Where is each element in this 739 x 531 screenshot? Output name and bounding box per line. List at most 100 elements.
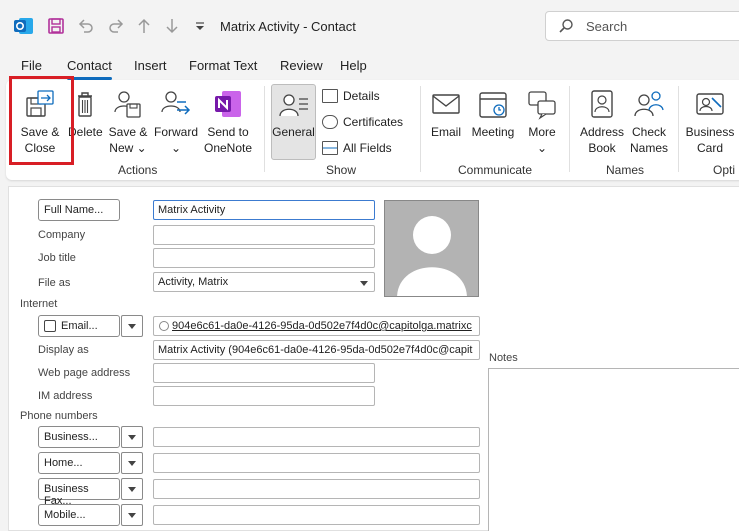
phone-type-business-fax[interactable]: Business Fax...: [38, 478, 120, 507]
address-book-button[interactable]: Address Book: [578, 86, 626, 156]
address-book-label-2: Book: [588, 141, 616, 155]
forward-dropdown: ⌄: [170, 141, 182, 155]
meeting-button[interactable]: Meeting: [469, 86, 517, 140]
company-field[interactable]: [153, 225, 375, 245]
tab-help[interactable]: Help: [340, 58, 367, 73]
full-name-field[interactable]: Matrix Activity: [153, 200, 375, 220]
grid-icon: [322, 141, 338, 155]
phone-type-dropdown[interactable]: [121, 478, 143, 500]
certificates-button[interactable]: Certificates: [322, 115, 403, 129]
business-card-label-2: Card: [696, 141, 723, 155]
tab-file[interactable]: File: [21, 58, 42, 73]
save-new-icon: [112, 88, 144, 120]
phone-field-business[interactable]: [153, 427, 480, 447]
details-label: Details: [343, 89, 380, 103]
details-button[interactable]: Details: [322, 89, 380, 103]
contact-photo[interactable]: [384, 200, 479, 297]
ribbon-separator: [678, 86, 679, 172]
check-names-button[interactable]: Check Names: [626, 86, 672, 156]
send-onenote-label-1: Send to: [207, 125, 249, 139]
calendar-icon: [477, 88, 509, 120]
outlook-logo-icon: [12, 14, 36, 38]
phone-type-mobile[interactable]: Mobile...: [38, 504, 120, 526]
general-label: General: [272, 125, 315, 139]
business-card-label-1: Business: [685, 125, 735, 139]
more-dropdown: ⌄: [536, 141, 548, 155]
phone-type-dropdown[interactable]: [121, 504, 143, 526]
certificate-icon: [322, 115, 338, 129]
phone-field-business-fax[interactable]: [153, 479, 480, 499]
phone-type-dropdown[interactable]: [121, 452, 143, 474]
business-card-button[interactable]: Business Card: [685, 86, 735, 156]
address-book-label-1: Address: [579, 125, 625, 139]
email-type-label: Email...: [61, 320, 98, 332]
ribbon-separator: [420, 86, 421, 172]
tab-insert[interactable]: Insert: [134, 58, 167, 73]
display-as-field[interactable]: Matrix Activity (904e6c61-da0e-4126-95da…: [153, 340, 480, 360]
send-to-onenote-button[interactable]: Send to OneNote: [202, 86, 254, 156]
send-onenote-label-2: OneNote: [203, 141, 253, 155]
ribbon: Save & Close Delete Save & New ⌄ Forward…: [6, 80, 739, 180]
window-title: Matrix Activity - Contact: [220, 19, 356, 34]
group-names-label: Names: [606, 163, 645, 177]
business-card-icon: [694, 88, 726, 120]
phone-type-home[interactable]: Home...: [38, 452, 120, 474]
phone-type-dropdown[interactable]: [121, 426, 143, 448]
web-page-field[interactable]: [153, 363, 375, 383]
presence-icon: [159, 321, 169, 331]
contact-card-icon: [278, 88, 310, 120]
redo-icon[interactable]: [104, 14, 128, 38]
address-book-icon: [586, 88, 618, 120]
contact-card-small-icon: [44, 320, 56, 332]
email-value: 904e6c61-da0e-4126-95da-0d502e7f4d0c@cap…: [172, 320, 472, 332]
im-address-label: IM address: [38, 390, 93, 402]
email-type-dropdown[interactable]: [121, 315, 143, 337]
group-actions-label: Actions: [118, 163, 158, 177]
more-label: More: [528, 125, 556, 139]
file-as-select[interactable]: Activity, Matrix: [153, 272, 375, 292]
title-bar: Matrix Activity - Contact Search: [0, 0, 739, 52]
save-new-button[interactable]: Save & New ⌄: [106, 86, 150, 156]
phone-field-home[interactable]: [153, 453, 480, 473]
menu-bar: File Contact Insert Format Text Review H…: [0, 52, 739, 80]
meeting-label: Meeting: [471, 125, 515, 139]
check-names-label-2: Names: [629, 141, 668, 155]
undo-icon[interactable]: [74, 14, 98, 38]
customize-qat-icon[interactable]: [190, 14, 210, 38]
job-title-field[interactable]: [153, 248, 375, 268]
search-box[interactable]: Search: [545, 11, 739, 41]
tab-review[interactable]: Review: [280, 58, 323, 73]
general-button[interactable]: General: [271, 86, 316, 140]
chevron-down-icon[interactable]: [360, 281, 368, 286]
full-name-button[interactable]: Full Name...: [38, 199, 120, 221]
tab-contact[interactable]: Contact: [67, 58, 112, 80]
notes-area[interactable]: [488, 368, 739, 531]
save-icon[interactable]: [44, 14, 68, 38]
more-button[interactable]: More ⌄: [522, 86, 562, 156]
forward-label: Forward: [153, 125, 198, 139]
group-communicate-label: Communicate: [458, 163, 533, 177]
job-title-label: Job title: [38, 252, 76, 264]
arrow-up-icon[interactable]: [132, 14, 156, 38]
email-field[interactable]: 904e6c61-da0e-4126-95da-0d502e7f4d0c@cap…: [153, 316, 480, 336]
save-new-label-2: New ⌄: [109, 141, 147, 155]
ribbon-separator: [264, 86, 265, 172]
onenote-icon: [212, 88, 244, 120]
im-address-field[interactable]: [153, 386, 375, 406]
display-as-label: Display as: [38, 344, 89, 356]
save-close-highlight: [9, 76, 74, 165]
all-fields-button[interactable]: All Fields: [322, 141, 392, 155]
phone-field-mobile[interactable]: [153, 505, 480, 525]
arrow-down-icon[interactable]: [160, 14, 184, 38]
tab-format-text[interactable]: Format Text: [189, 58, 257, 73]
search-placeholder: Search: [586, 18, 628, 34]
email-type-button[interactable]: Email...: [38, 315, 120, 337]
ribbon-separator: [569, 86, 570, 172]
phone-type-business[interactable]: Business...: [38, 426, 120, 448]
forward-button[interactable]: Forward ⌄: [152, 86, 200, 156]
group-options-label: Opti: [713, 163, 736, 177]
web-page-label: Web page address: [38, 367, 131, 379]
forward-contact-icon: [160, 88, 192, 120]
email-button[interactable]: Email: [426, 86, 466, 140]
check-names-label-1: Check: [631, 125, 666, 139]
